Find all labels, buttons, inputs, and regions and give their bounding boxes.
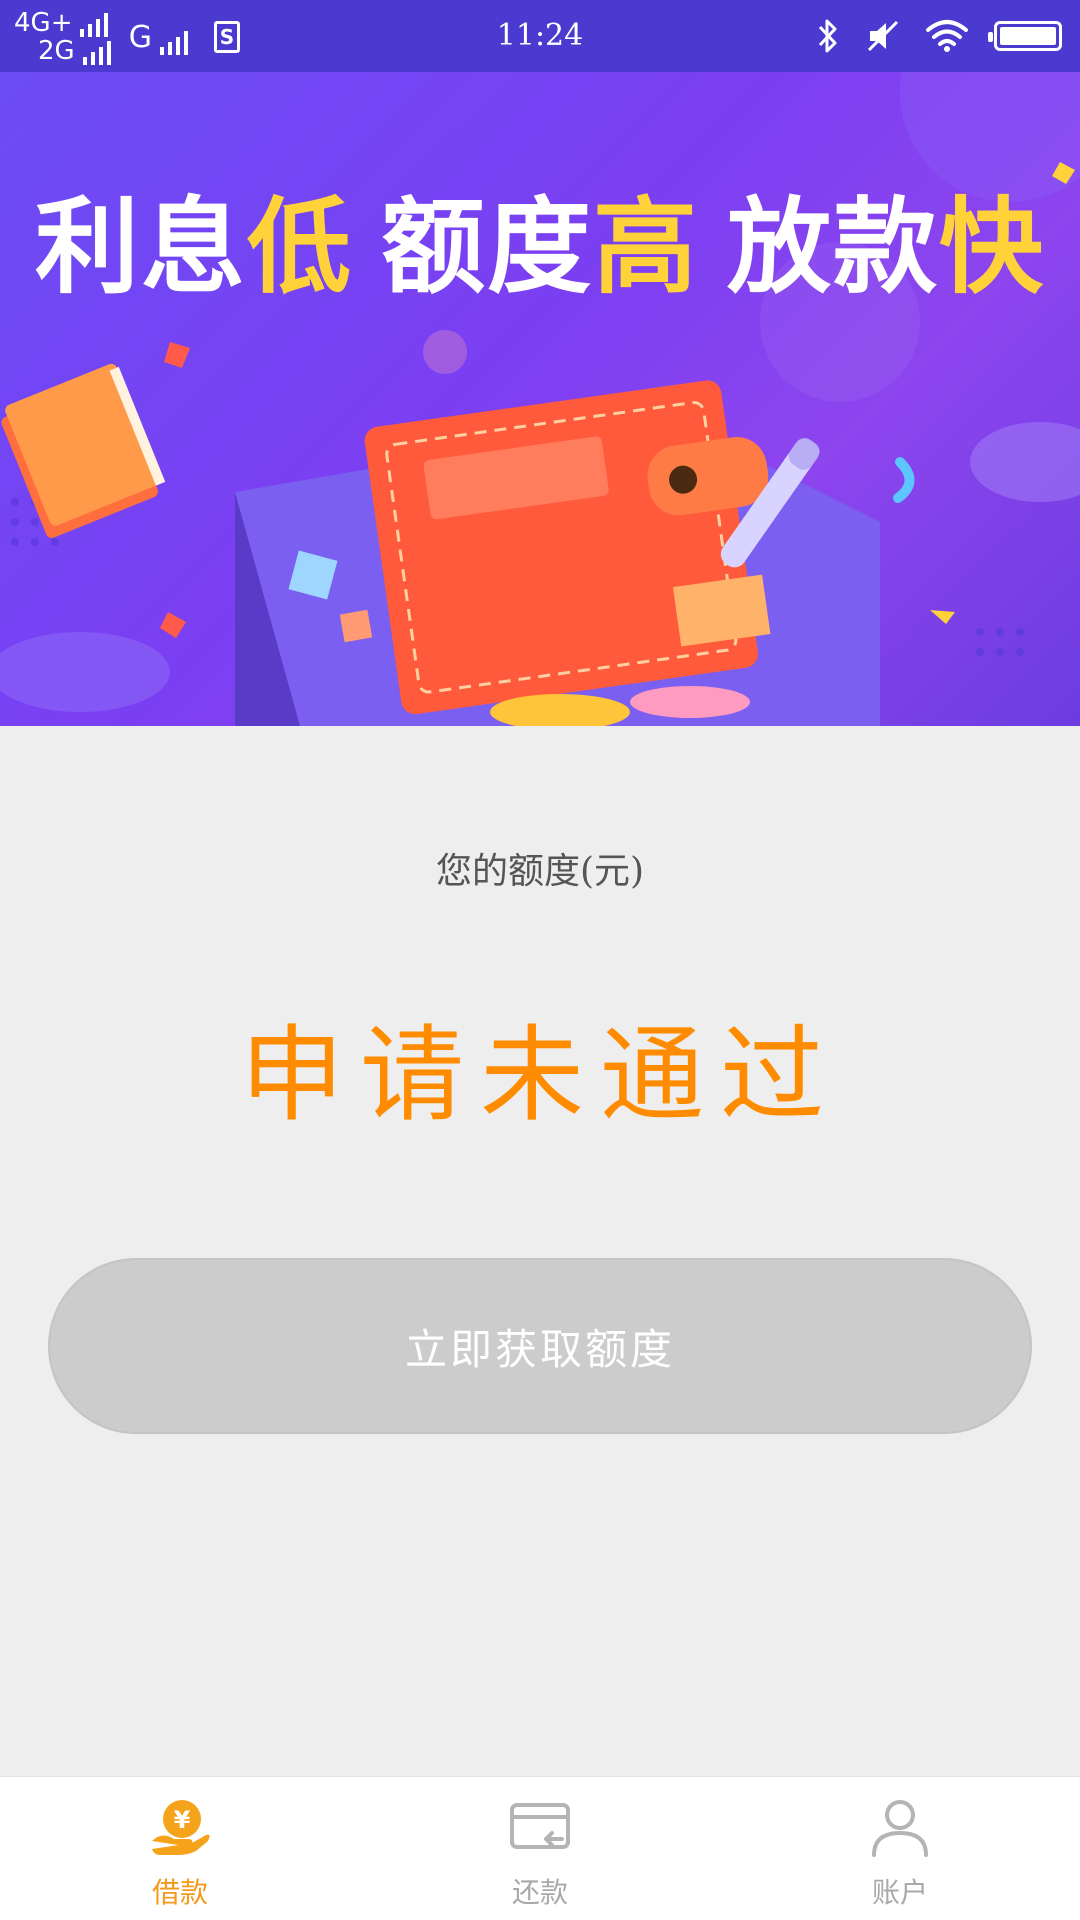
nav-item-loan[interactable]: ¥ 借款 bbox=[0, 1777, 360, 1920]
slogan-part-3: 放款 bbox=[727, 186, 940, 308]
wifi-icon bbox=[926, 20, 968, 52]
bottom-nav: ¥ 借款 还款 账户 bbox=[0, 1776, 1080, 1920]
account-icon bbox=[872, 1800, 928, 1857]
nav-item-account[interactable]: 账户 bbox=[720, 1777, 1080, 1920]
nav-label-loan: 借款 bbox=[151, 1876, 208, 1909]
slogan-highlight-1: 低 bbox=[246, 186, 353, 308]
promo-banner[interactable]: 利息低 额度高 放款快 bbox=[0, 72, 1080, 726]
quota-label: 您的额度(元) bbox=[435, 851, 645, 892]
mute-icon bbox=[867, 20, 899, 52]
battery-icon bbox=[988, 21, 1062, 51]
status-bar: 4G+ 2G G S 11:24 bbox=[0, 0, 1080, 72]
bluetooth-icon bbox=[818, 19, 837, 53]
slogan-highlight-3: 快 bbox=[939, 186, 1046, 308]
quota-status: 申请未通过 bbox=[239, 1014, 840, 1136]
nav-label-repay: 还款 bbox=[511, 1876, 568, 1909]
banner-slogan: 利息低 额度高 放款快 bbox=[0, 162, 1080, 313]
repay-card-icon bbox=[510, 1803, 570, 1849]
get-quota-button[interactable]: 立即获取额度 bbox=[48, 1258, 1032, 1434]
nav-item-repay[interactable]: 还款 bbox=[360, 1777, 720, 1920]
slogan-highlight-2: 高 bbox=[593, 186, 700, 308]
app-root: 4G+ 2G G S 11:24 利息低 额度高 放款快 您的额度(元) 申请未… bbox=[0, 0, 1080, 1920]
slogan-part-1: 利息 bbox=[34, 186, 247, 308]
slogan-part-2: 额度 bbox=[380, 186, 593, 308]
svg-text:¥: ¥ bbox=[174, 1806, 191, 1834]
loan-icon: ¥ bbox=[152, 1800, 210, 1855]
nav-label-account: 账户 bbox=[871, 1876, 928, 1909]
status-icons bbox=[816, 16, 1062, 56]
